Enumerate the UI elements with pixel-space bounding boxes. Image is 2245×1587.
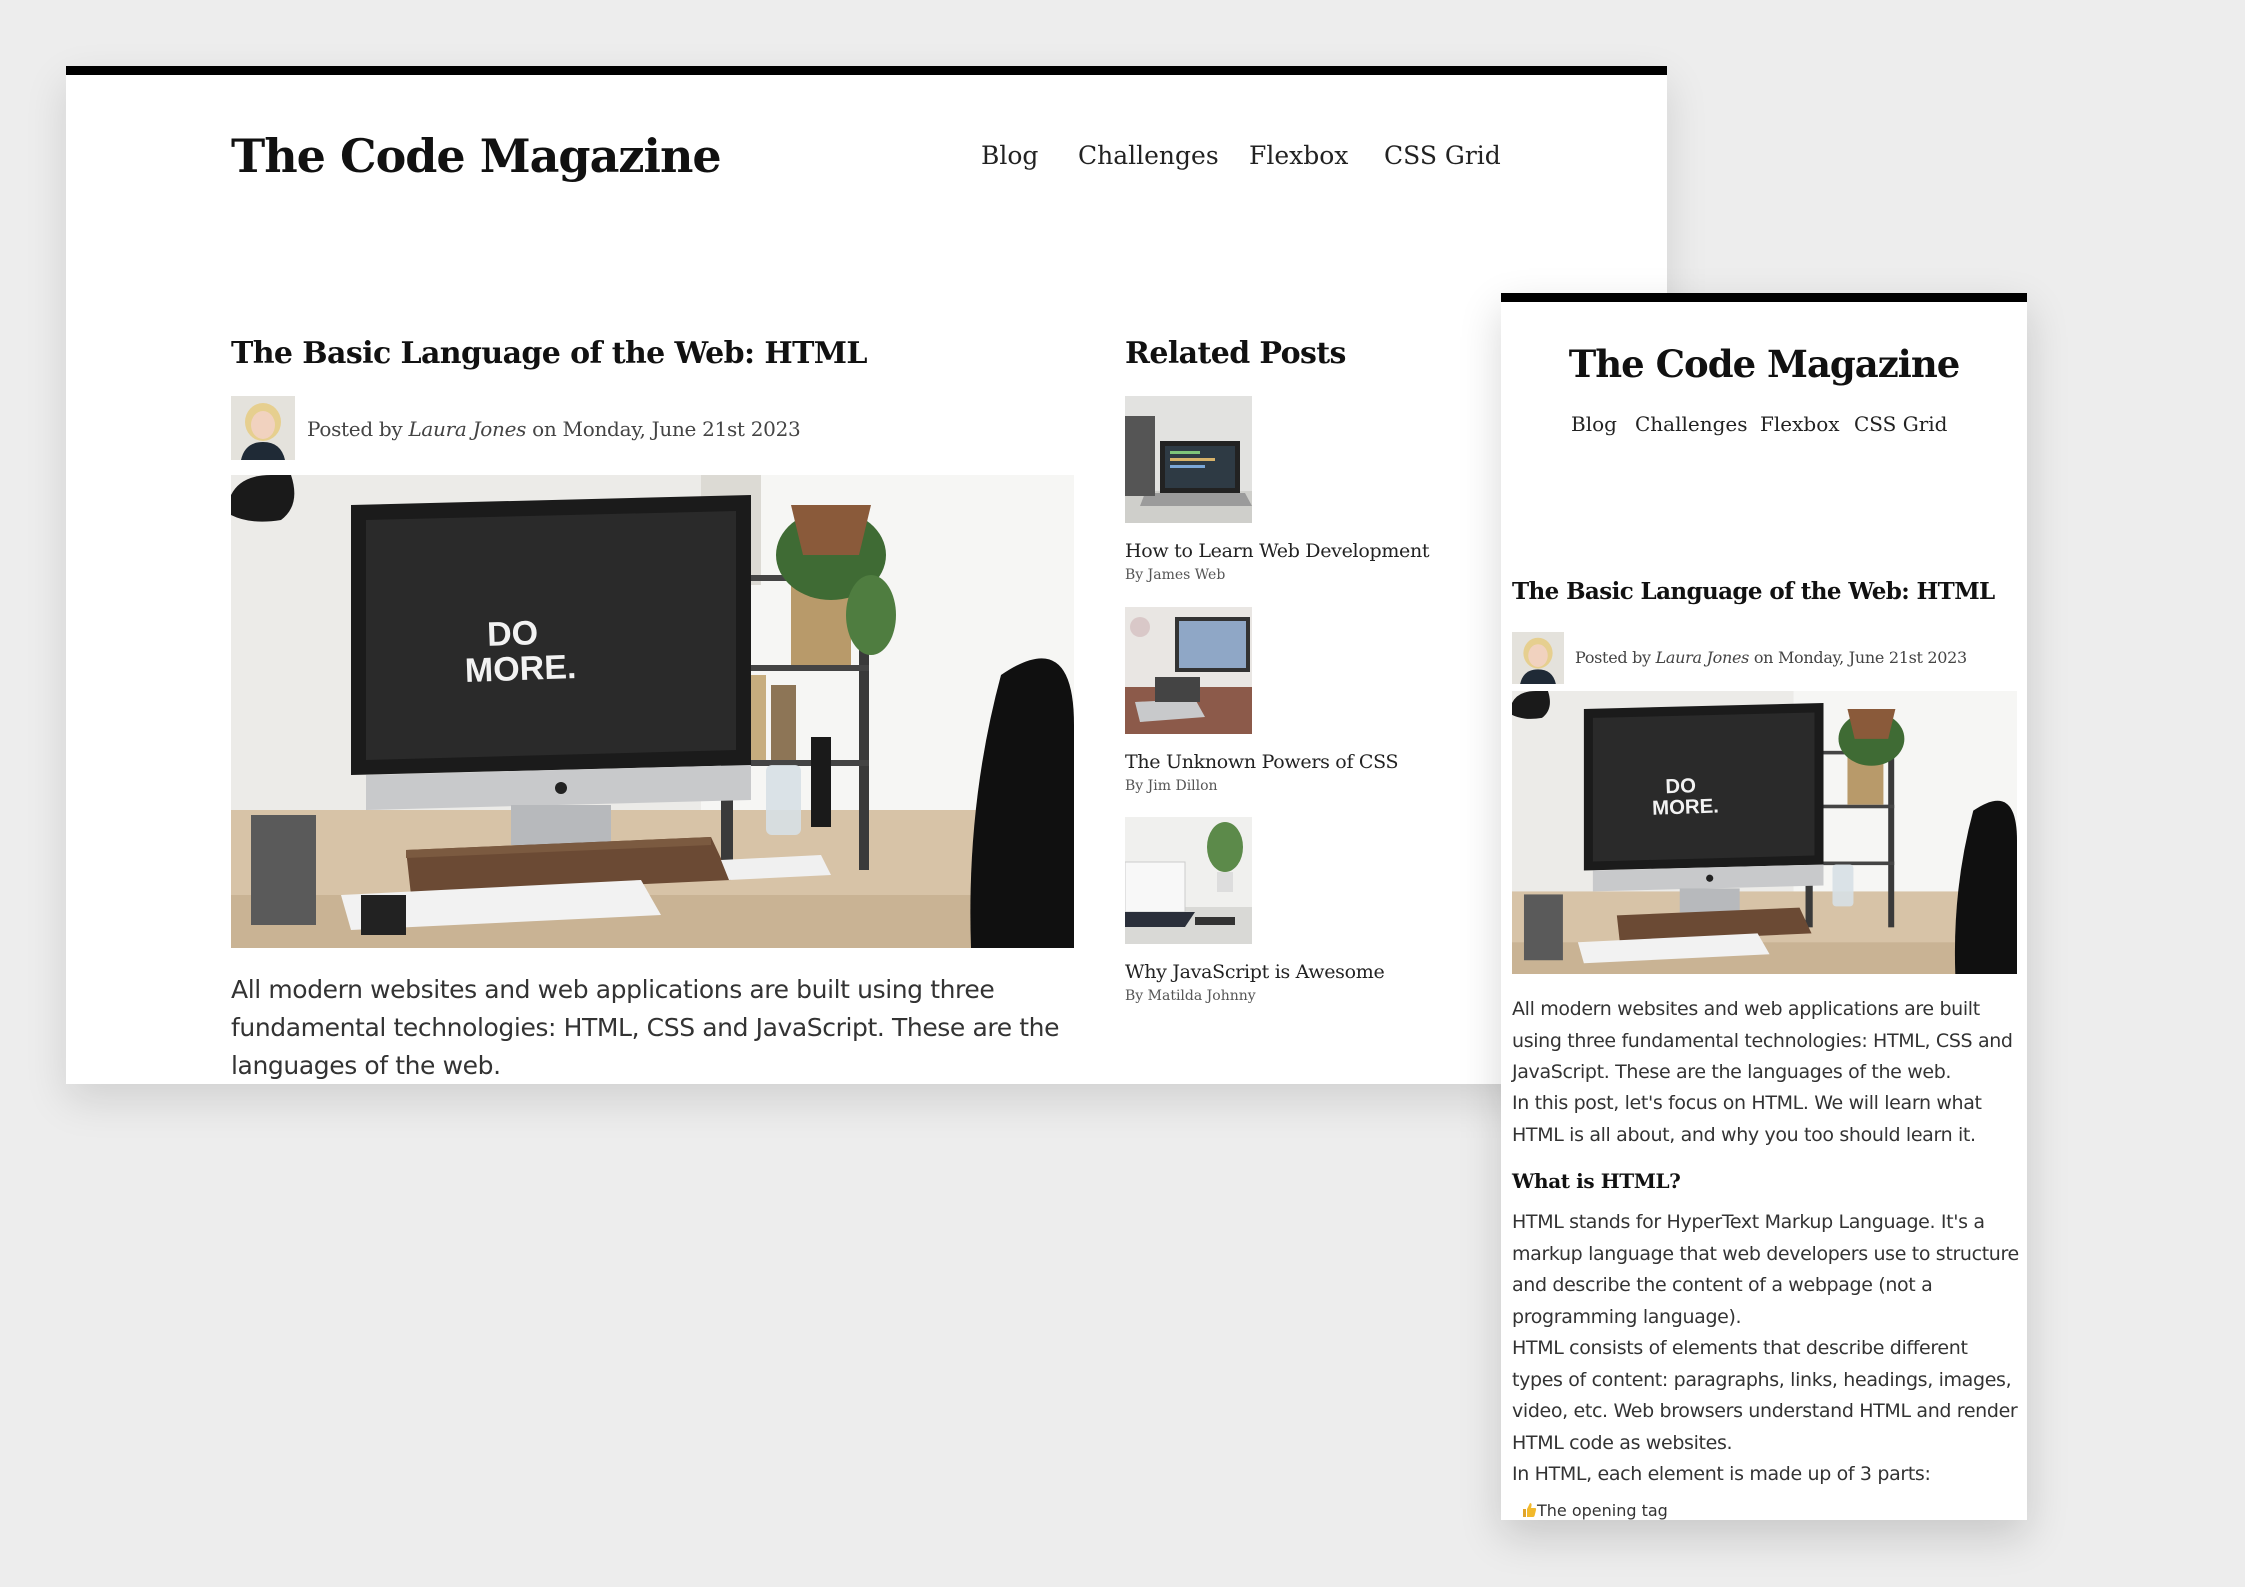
- svg-text:DO: DO: [1665, 775, 1696, 798]
- mobile-mockup: The Code Magazine Blog Challenges Flexbo…: [1501, 293, 2027, 1520]
- nav-link-flexbox[interactable]: Flexbox: [1249, 141, 1348, 170]
- section-paragraph-2: HTML consists of elements that describe …: [1512, 1337, 2018, 1454]
- nav-link-blog-mobile[interactable]: Blog: [1571, 412, 1617, 436]
- svg-text:MORE.: MORE.: [1652, 796, 1719, 820]
- post-title: The Basic Language of the Web: HTML: [231, 336, 868, 371]
- nav-link-css-grid-mobile[interactable]: CSS Grid: [1854, 412, 1947, 436]
- post-byline: Posted by Laura Jones on Monday, June 21…: [307, 417, 801, 441]
- related-author-1: By James Web: [1125, 567, 1226, 583]
- desktop-mockup: The Code Magazine Blog Challenges Flexbo…: [66, 66, 1667, 1084]
- nav-link-css-grid[interactable]: CSS Grid: [1384, 141, 1501, 170]
- related-title-2[interactable]: The Unknown Powers of CSS: [1125, 751, 1399, 773]
- related-thumb-3[interactable]: [1125, 817, 1252, 944]
- nav-link-challenges-mobile[interactable]: Challenges: [1635, 412, 1748, 436]
- nav-link-challenges[interactable]: Challenges: [1078, 141, 1219, 170]
- section-heading-mobile: What is HTML?: [1512, 1169, 1681, 1193]
- section-paragraph-1: HTML stands for HyperText Markup Languag…: [1512, 1211, 2019, 1328]
- nav-link-blog[interactable]: Blog: [981, 141, 1038, 170]
- related-thumb-1[interactable]: [1125, 396, 1252, 523]
- author-name[interactable]: Laura Jones: [408, 417, 526, 441]
- related-title-1[interactable]: How to Learn Web Development: [1125, 540, 1430, 562]
- site-logo-mobile[interactable]: The Code Magazine: [1501, 342, 2027, 386]
- post-byline-mobile: Posted by Laura Jones on Monday, June 21…: [1575, 648, 1967, 667]
- list-item: The opening tag: [1521, 1501, 1668, 1520]
- thumbs-up-icon: [1521, 1502, 1537, 1518]
- hero-image-mobile: DO MORE.: [1512, 691, 2017, 974]
- hero-image: DO MORE.: [231, 475, 1074, 948]
- svg-text:MORE.: MORE.: [464, 648, 577, 690]
- related-author-2: By Jim Dillon: [1125, 778, 1218, 794]
- author-name-mobile[interactable]: Laura Jones: [1656, 648, 1750, 667]
- section-paragraph-3: In HTML, each element is made up of 3 pa…: [1512, 1463, 1931, 1485]
- related-posts-title: Related Posts: [1125, 336, 1346, 371]
- author-avatar-mobile: [1512, 632, 1564, 684]
- related-author-3: By Matilda Johnny: [1125, 988, 1256, 1004]
- post-title-mobile: The Basic Language of the Web: HTML: [1512, 578, 1995, 605]
- post-intro: All modern websites and web applications…: [231, 975, 1060, 1080]
- author-avatar: [231, 396, 295, 460]
- post-intro-2-mobile: In this post, let's focus on HTML. We wi…: [1512, 1092, 1982, 1146]
- list-item-text: The opening tag: [1537, 1501, 1668, 1520]
- svg-text:DO: DO: [486, 614, 538, 654]
- nav-link-flexbox-mobile[interactable]: Flexbox: [1760, 412, 1840, 436]
- site-logo[interactable]: The Code Magazine: [231, 129, 722, 183]
- related-thumb-2[interactable]: [1125, 607, 1252, 734]
- related-title-3[interactable]: Why JavaScript is Awesome: [1125, 961, 1385, 983]
- post-intro-mobile: All modern websites and web applications…: [1512, 998, 2013, 1083]
